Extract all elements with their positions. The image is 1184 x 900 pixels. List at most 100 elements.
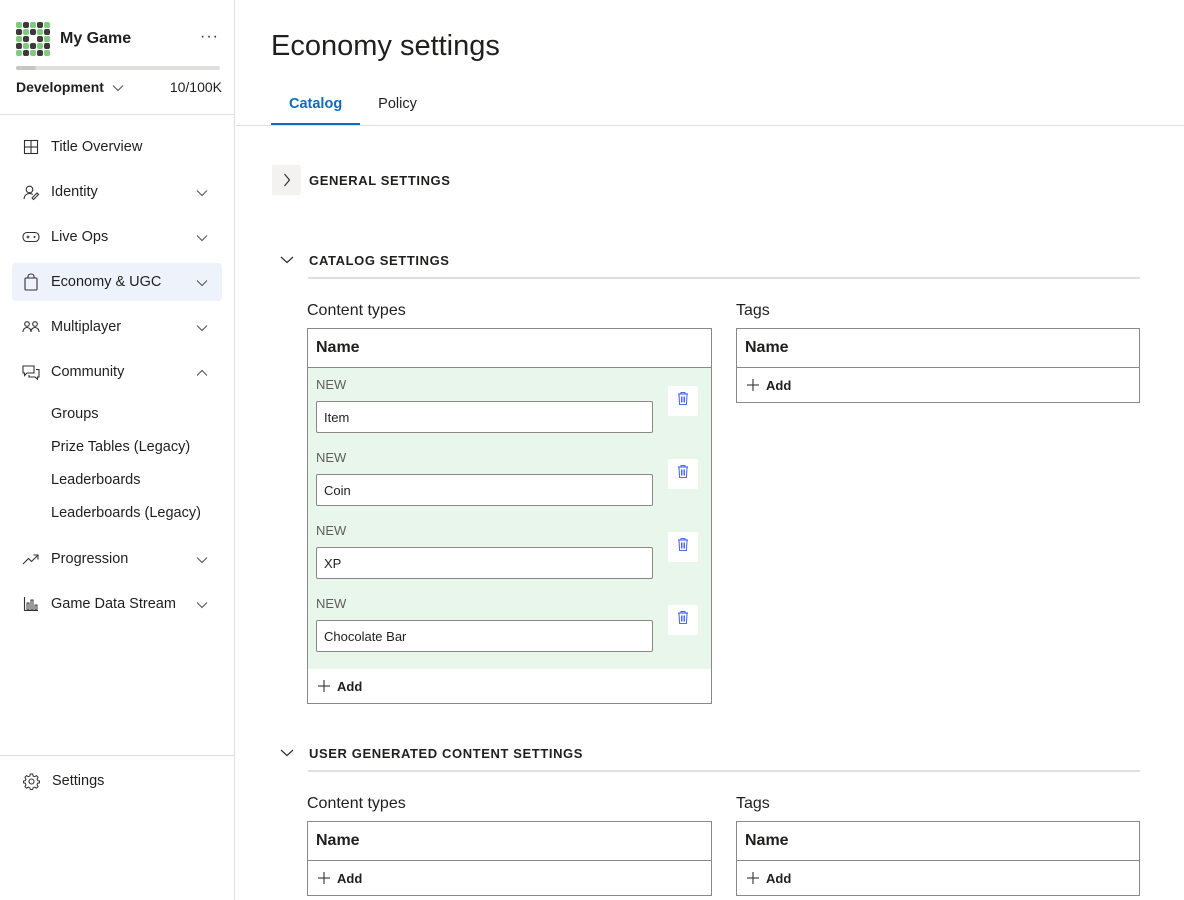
- content-type-row: NEW: [316, 376, 698, 449]
- delete-button[interactable]: [668, 532, 698, 562]
- tab-catalog[interactable]: Catalog: [271, 90, 361, 125]
- environment-label: Development: [16, 79, 104, 95]
- identity-icon: [22, 183, 40, 201]
- ugc-tags-table: Name Add: [736, 821, 1140, 896]
- chevron-down-icon: [196, 597, 208, 613]
- chevron-down-icon[interactable]: [272, 738, 301, 768]
- tab-bar: Catalog Policy: [271, 90, 435, 126]
- delete-button[interactable]: [668, 459, 698, 489]
- sidebar-item-community[interactable]: Community: [12, 353, 222, 391]
- sidebar-subitem-groups[interactable]: Groups: [12, 398, 222, 431]
- tabs-divider: [236, 125, 1184, 126]
- environment-dropdown[interactable]: Development: [16, 79, 124, 95]
- content-type-name-input[interactable]: [316, 401, 653, 433]
- sidebar-item-label: Game Data Stream: [51, 596, 176, 612]
- general-settings-header[interactable]: GENERAL SETTINGS: [272, 165, 451, 195]
- plus-icon: [746, 871, 760, 885]
- sidebar-item-economy-ugc[interactable]: Economy & UGC: [12, 263, 222, 301]
- usage-count: 10/100K: [169, 79, 222, 95]
- column-header: Name: [308, 822, 711, 861]
- content-types-label: Content types: [307, 795, 406, 812]
- catalog-settings-header[interactable]: CATALOG SETTINGS: [272, 245, 450, 275]
- section-divider: [308, 277, 1140, 279]
- tab-policy[interactable]: Policy: [360, 90, 435, 125]
- add-tag-button[interactable]: Add: [737, 861, 1139, 895]
- new-badge: NEW: [316, 523, 347, 538]
- sidebar-item-title-overview[interactable]: Title Overview: [12, 128, 222, 166]
- shopping-bag-icon: [22, 273, 40, 291]
- sidebar-divider: [0, 114, 234, 115]
- grid-icon: [22, 138, 40, 156]
- catalog-tags-table: Name Add: [736, 328, 1140, 403]
- sidebar: My Game ··· Development 10/100K Title Ov…: [0, 0, 235, 900]
- section-title: USER GENERATED CONTENT SETTINGS: [309, 745, 584, 761]
- sidebar-item-progression[interactable]: Progression: [12, 540, 222, 578]
- chevron-down-icon[interactable]: [272, 245, 301, 275]
- chevron-down-icon: [112, 79, 124, 95]
- content-type-row: NEW: [316, 522, 698, 595]
- new-badge: NEW: [316, 377, 347, 392]
- chevron-right-icon[interactable]: [272, 165, 301, 195]
- add-label: Add: [337, 870, 363, 886]
- sidebar-item-label: Settings: [52, 773, 105, 789]
- section-divider: [308, 770, 1140, 772]
- ugc-content-types-table: Name Add: [307, 821, 712, 896]
- delete-button[interactable]: [668, 386, 698, 416]
- content-type-name-input[interactable]: [316, 474, 653, 506]
- column-header: Name: [308, 329, 711, 368]
- add-content-type-button[interactable]: Add: [308, 669, 711, 703]
- sidebar-divider: [0, 755, 234, 756]
- section-title: CATALOG SETTINGS: [309, 252, 450, 268]
- add-label: Add: [766, 870, 792, 886]
- new-rows-group: NEW NEW NEW: [308, 368, 711, 669]
- sidebar-item-identity[interactable]: Identity: [12, 173, 222, 211]
- gear-icon: [22, 772, 40, 790]
- sidebar-item-game-data-stream[interactable]: Game Data Stream: [12, 585, 222, 623]
- sidebar-nav: Title Overview Identity Live Ops Economy…: [12, 128, 222, 630]
- delete-button[interactable]: [668, 605, 698, 635]
- chevron-down-icon: [196, 552, 208, 568]
- trash-icon: [677, 610, 689, 630]
- ugc-settings-header[interactable]: USER GENERATED CONTENT SETTINGS: [272, 738, 583, 768]
- trash-icon: [677, 391, 689, 411]
- usage-progress-fill: [16, 66, 37, 70]
- sidebar-item-label: Economy & UGC: [51, 274, 162, 290]
- column-header: Name: [737, 329, 1139, 368]
- sidebar-item-label: Community: [51, 364, 125, 380]
- title-selector[interactable]: My Game: [16, 22, 131, 56]
- catalog-content-types-table: Name NEW NEW NEW: [307, 328, 712, 704]
- sidebar-item-label: Identity: [51, 184, 98, 200]
- chevron-up-icon: [196, 365, 208, 381]
- add-content-type-button[interactable]: Add: [308, 861, 711, 895]
- tags-label: Tags: [736, 795, 770, 812]
- content-type-name-input[interactable]: [316, 620, 653, 652]
- game-name: My Game: [60, 30, 132, 47]
- trash-icon: [677, 537, 689, 557]
- sidebar-item-label: Progression: [51, 551, 129, 567]
- chevron-down-icon: [196, 320, 208, 336]
- tags-label: Tags: [736, 302, 770, 319]
- sidebar-subitem-leaderboards[interactable]: Leaderboards: [12, 464, 222, 497]
- sidebar-item-label: Multiplayer: [51, 319, 122, 335]
- sidebar-subitem-leaderboards-legacy[interactable]: Leaderboards (Legacy): [12, 497, 222, 530]
- add-label: Add: [766, 377, 792, 393]
- plus-icon: [746, 378, 760, 392]
- content-type-name-input[interactable]: [316, 547, 653, 579]
- chevron-down-icon: [196, 230, 208, 246]
- sidebar-item-label: Title Overview: [51, 139, 143, 155]
- sidebar-subitem-prize-tables[interactable]: Prize Tables (Legacy): [12, 431, 222, 464]
- add-tag-button[interactable]: Add: [737, 368, 1139, 402]
- chevron-down-icon: [196, 275, 208, 291]
- trending-icon: [22, 550, 40, 568]
- content-types-label: Content types: [307, 302, 406, 319]
- sidebar-item-live-ops[interactable]: Live Ops: [12, 218, 222, 256]
- column-header: Name: [737, 822, 1139, 861]
- plus-icon: [317, 871, 331, 885]
- sidebar-item-multiplayer[interactable]: Multiplayer: [12, 308, 222, 346]
- new-badge: NEW: [316, 596, 347, 611]
- sidebar-item-settings[interactable]: Settings: [22, 770, 104, 792]
- add-label: Add: [337, 678, 363, 694]
- sidebar-item-label: Live Ops: [51, 229, 109, 245]
- more-options-button[interactable]: ···: [200, 28, 219, 46]
- page-title: Economy settings: [271, 30, 500, 62]
